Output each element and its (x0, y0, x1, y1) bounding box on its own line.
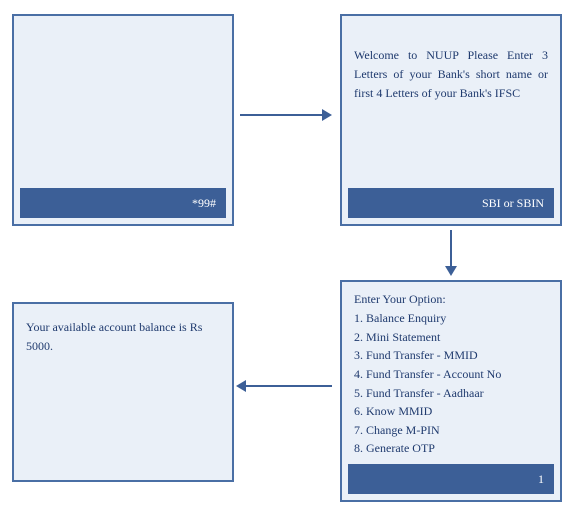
arrow-step3-to-step4 (238, 385, 332, 387)
list-item: 7. Change M-PIN (354, 421, 548, 440)
step2-input-text: SBI or SBIN (482, 196, 544, 211)
list-item: 6. Know MMID (354, 402, 548, 421)
step1-body (14, 16, 232, 36)
step1-screen: *99# (12, 14, 234, 226)
list-item: 8. Generate OTP (354, 439, 548, 458)
step1-input-text: *99# (192, 196, 216, 211)
step4-message: Your available account balance is Rs 500… (14, 304, 232, 366)
list-item: 5. Fund Transfer - Aadhaar (354, 384, 548, 403)
step3-input-bar[interactable]: 1 (348, 464, 554, 494)
list-item: 3. Fund Transfer - MMID (354, 346, 548, 365)
step2-message: Welcome to NUUP Please Enter 3 Letters o… (342, 16, 560, 114)
step4-screen: Your available account balance is Rs 500… (12, 302, 234, 482)
arrow-step2-to-step3 (450, 230, 452, 274)
step3-body: Enter Your Option: 1. Balance Enquiry 2.… (342, 282, 560, 466)
list-item: 1. Balance Enquiry (354, 309, 548, 328)
step3-input-text: 1 (538, 472, 544, 487)
step3-heading: Enter Your Option: (354, 290, 548, 309)
step1-input-bar[interactable]: *99# (20, 188, 226, 218)
step3-options: 1. Balance Enquiry 2. Mini Statement 3. … (354, 309, 548, 458)
list-item: 2. Mini Statement (354, 328, 548, 347)
step2-input-bar[interactable]: SBI or SBIN (348, 188, 554, 218)
arrow-step1-to-step2 (240, 114, 330, 116)
step2-screen: Welcome to NUUP Please Enter 3 Letters o… (340, 14, 562, 226)
list-item: 4. Fund Transfer - Account No (354, 365, 548, 384)
step3-screen: Enter Your Option: 1. Balance Enquiry 2.… (340, 280, 562, 502)
